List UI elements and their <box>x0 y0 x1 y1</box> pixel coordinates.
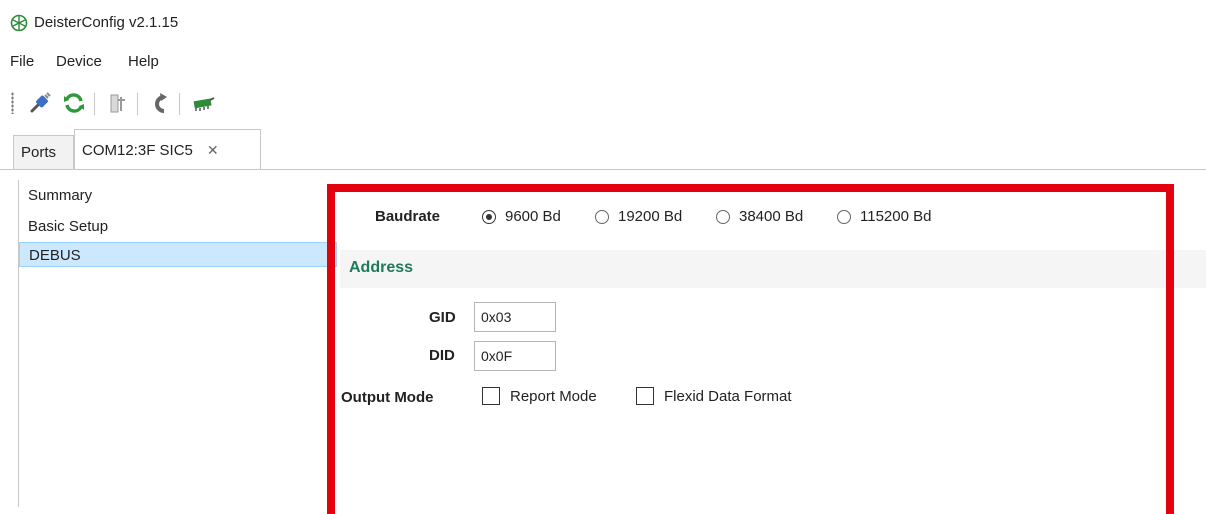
chip-icon <box>193 97 215 111</box>
menu-help[interactable]: Help <box>128 53 159 70</box>
device-settings-button[interactable] <box>104 89 132 117</box>
window-title: DeisterConfig v2.1.15 <box>34 14 179 31</box>
nav-item-debus[interactable]: DEBUS <box>19 242 337 267</box>
toolbar-separator <box>137 93 138 115</box>
connect-icon <box>30 92 51 113</box>
tab-ports[interactable]: Ports <box>13 135 74 169</box>
tab-ports-label: Ports <box>21 144 57 161</box>
toolbar-separator <box>94 93 95 115</box>
nav-item-basic-setup[interactable]: Basic Setup <box>19 214 337 239</box>
undo-button[interactable] <box>145 89 173 117</box>
close-icon[interactable]: ✕ <box>207 142 219 159</box>
nav-item-summary[interactable]: Summary <box>19 183 337 208</box>
nav-panel: Summary Basic Setup DEBUS <box>18 180 339 507</box>
refresh-icon <box>64 93 84 113</box>
tab-com12-label: COM12:3F SIC5 <box>82 141 193 159</box>
refresh-button[interactable] <box>60 89 88 117</box>
tab-divider <box>0 169 1206 170</box>
toolbar-separator <box>179 93 180 115</box>
undo-icon <box>155 93 167 113</box>
chip-button[interactable] <box>189 89 217 117</box>
highlight-frame <box>327 184 1174 514</box>
app-logo-icon <box>10 14 28 32</box>
title-bar: DeisterConfig v2.1.15 <box>0 0 1206 46</box>
menu-file[interactable]: File <box>10 53 34 70</box>
menu-device[interactable]: Device <box>56 53 102 70</box>
toolbar <box>0 84 1206 120</box>
toolbar-grip <box>11 92 14 114</box>
tab-com12[interactable]: COM12:3F SIC5 ✕ <box>74 129 261 170</box>
menu-bar: File Device Help <box>0 50 1206 76</box>
device-settings-icon <box>110 94 125 113</box>
tab-strip: Ports COM12:3F SIC5 ✕ <box>0 126 1206 170</box>
connect-button[interactable] <box>26 89 54 117</box>
